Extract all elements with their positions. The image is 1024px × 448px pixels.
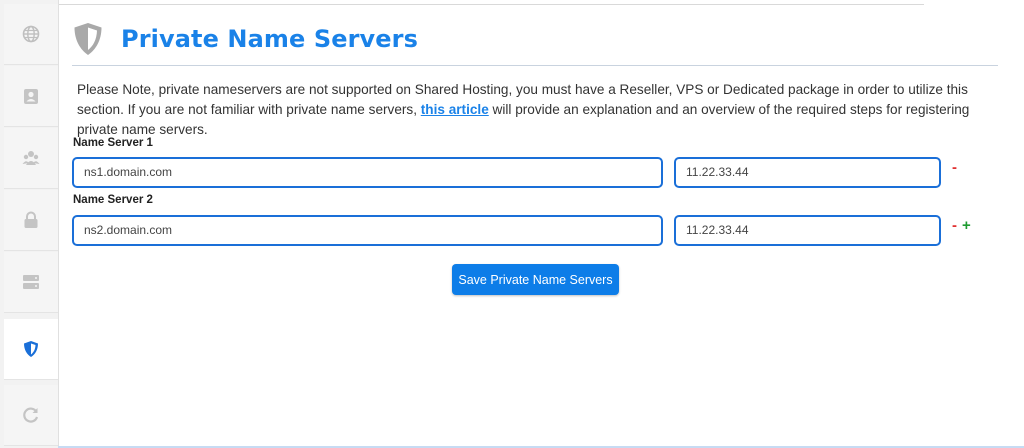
lock-icon [24,211,38,228]
info-note: Please Note, private nameservers are not… [77,80,1002,140]
name-server-2-host-input[interactable]: ns2.domain.com [72,215,663,246]
sidebar-item-private-name-servers[interactable] [4,319,58,380]
sidebar-item-refresh[interactable] [4,385,58,446]
users-icon [22,151,40,165]
name-server-1-host-input[interactable]: ns1.domain.com [72,157,663,188]
remove-name-server-1-button[interactable]: - [952,159,957,176]
sidebar-item-security[interactable] [4,190,58,251]
remove-name-server-2-button[interactable]: - [952,217,957,234]
page-header: Private Name Servers [73,22,418,56]
globe-icon [22,25,40,43]
sidebar-item-users[interactable] [4,128,58,189]
name-server-2-ip-input[interactable]: 11.22.33.44 [674,215,941,246]
add-name-server-button[interactable]: + [962,217,971,234]
sidebar-item-globe[interactable] [4,4,58,65]
refresh-icon [23,407,39,423]
server-icon [23,275,39,289]
name-server-2-label: Name Server 2 [73,194,153,206]
name-server-1-label: Name Server 1 [73,137,153,149]
main-panel: Private Name Servers Please Note, privat… [59,0,1024,448]
sidebar [0,0,59,448]
contact-card-icon [24,88,38,104]
shield-icon [24,341,38,357]
name-server-1-ip-input[interactable]: 11.22.33.44 [674,157,941,188]
shield-icon [74,23,102,55]
header-divider [72,65,998,66]
sidebar-item-servers[interactable] [4,252,58,313]
page-title: Private Name Servers [121,25,418,53]
save-private-name-servers-button[interactable]: Save Private Name Servers [452,264,619,295]
sidebar-item-contacts[interactable] [4,66,58,127]
this-article-link[interactable]: this article [421,102,489,117]
